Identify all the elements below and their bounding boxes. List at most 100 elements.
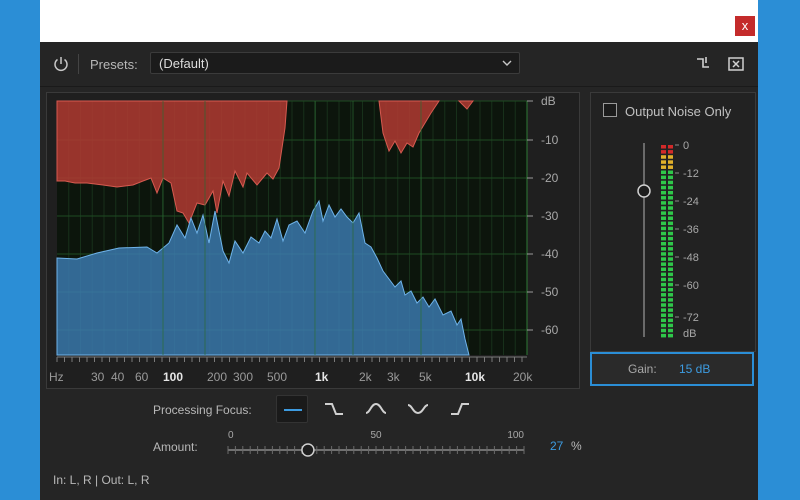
meter-segment-right [668,201,673,205]
amount-unit: % [571,439,582,453]
meter-segment-right [668,308,673,312]
amount-slider[interactable]: 0 50 100 [226,428,526,458]
gain-value[interactable]: 15 dB [679,362,710,376]
meter-segment-right [668,257,673,261]
meter-slider-thumb [637,184,651,198]
meter-segment-left [661,257,666,261]
meter-tick-label: -60 [683,280,699,292]
meter-segment-left [661,160,666,164]
meter-segment-left [661,226,666,231]
meter-segment-right [668,145,673,149]
meter-segment-left [661,293,666,297]
meter-segment-left [661,175,666,180]
db-tick-label: -10 [541,133,559,147]
meter-segment-left [661,206,666,210]
meter-tick-label: -36 [683,224,699,236]
processing-focus-label: Processing Focus: [153,403,252,417]
db-tick-label: -40 [541,247,559,261]
meter-segment-left [661,323,666,328]
spectrum-graph-panel: dB -10 -20 -30 -40 -50 -60 Hz 30 40 60 100 200 300 500… [46,92,580,389]
freq-tick-label: 3k [387,370,401,384]
focus-notch-button[interactable] [402,395,434,423]
save-preset-icon[interactable] [695,55,713,73]
freq-tick-label: 60 [135,370,149,384]
meter-segment-right [668,190,673,195]
meter-segment-left [661,247,666,251]
meter-tick-label: 0 [683,140,689,152]
meter-segment-left [661,150,666,154]
meter-segment-left [661,267,666,272]
toolbar-separator [78,54,79,74]
toolbar: Presets: (Default) [40,42,758,87]
meter-segment-right [668,318,673,323]
meter-segment-right [668,150,673,154]
amount-tick-label: 100 [507,430,524,441]
meter-segment-left [661,211,666,215]
noise-reduction-window: x Presets: (Default) dB -10 -20 -30 -40 -50 -6… [40,0,758,500]
meter-segment-left [661,231,666,236]
amount-value[interactable]: 27 [550,439,563,453]
power-icon[interactable] [52,55,70,73]
noise-spectrum-graph[interactable]: dB -10 -20 -30 -40 -50 -60 Hz 30 40 60 100 200 300 500… [47,93,579,388]
db-tick-label: -20 [541,171,559,185]
meter-segment-left [661,313,666,317]
meter-segment-left [661,252,666,256]
meter-segment-right [668,196,673,200]
freq-tick-label: 200 [207,370,227,384]
freq-tick-label: 20k [513,370,533,384]
freq-tick-label: Hz [49,370,64,384]
meter-segment-right [668,226,673,231]
freq-tick-label: 2k [359,370,373,384]
meter-segment-left [661,236,666,241]
meter-segment-right [668,262,673,266]
gain-label: Gain: [628,362,657,376]
flat-curve-icon [284,409,302,411]
meter-segment-right [668,323,673,328]
focus-low-frequencies-button[interactable] [318,395,350,423]
db-tick-label: -60 [541,323,559,337]
amount-tick-label: 50 [370,430,382,441]
meter-segment-left [661,282,666,287]
meter-segment-left [661,196,666,200]
meter-segment-left [661,185,666,190]
bell-curve-icon [365,402,387,414]
meter-segment-left [661,272,666,277]
db-tick-label: dB [541,94,556,108]
presets-dropdown[interactable]: (Default) [150,52,520,74]
close-button[interactable]: x [735,16,755,36]
meter-segment-left [661,165,666,169]
meter-segment-left [661,201,666,205]
gain-field[interactable]: Gain: 15 dB [590,352,754,386]
meter-segment-right [668,282,673,287]
meter-segment-right [668,333,673,338]
meter-segment-right [668,298,673,302]
meter-segment-right [668,267,673,272]
freq-tick-label: 5k [419,370,433,384]
presets-label: Presets: [90,57,138,72]
meter-segment-left [661,298,666,302]
focus-all-frequencies-button[interactable] [276,395,308,423]
low-shelf-curve-icon [325,403,343,415]
gain-meter: 0 -12 -24 -36 -48 -60 -72 dB [637,140,699,340]
meter-segment-right [668,160,673,164]
focus-mid-frequencies-button[interactable] [360,395,392,423]
title-bar: x [40,0,758,42]
freq-tick-label: 500 [267,370,287,384]
high-shelf-curve-icon [451,403,469,415]
meter-segment-right [668,303,673,307]
meter-segment-left [661,155,666,159]
meter-tick-label: -24 [683,196,699,208]
freq-tick-label: 300 [233,370,253,384]
meter-segment-right [668,211,673,215]
meter-segment-left [661,333,666,338]
delete-preset-icon[interactable] [727,56,745,72]
meter-segment-left [661,262,666,266]
meter-segment-left [661,145,666,149]
meter-segment-right [668,185,673,190]
meter-tick-label: dB [683,328,696,340]
meter-segment-left [661,328,666,333]
focus-high-frequencies-button[interactable] [444,395,476,423]
io-channels-text: In: L, R | Out: L, R [53,473,150,487]
meter-segment-right [668,206,673,210]
meter-segment-right [668,221,673,226]
